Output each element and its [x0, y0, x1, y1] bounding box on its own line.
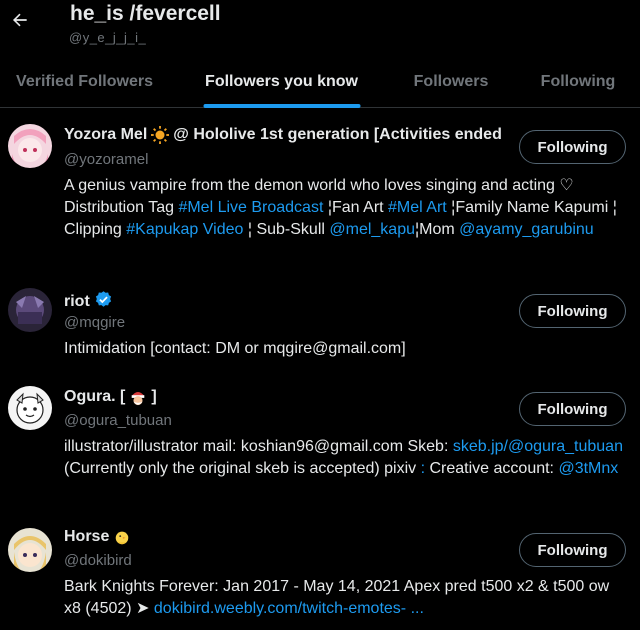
- following-button[interactable]: Following: [519, 533, 626, 567]
- user-display-name[interactable]: riot: [64, 290, 506, 314]
- user-display-name[interactable]: Horse: [64, 528, 506, 546]
- user-bio: Intimidation [contact: DM or mqgire@gmai…: [64, 340, 406, 357]
- page-title: he_is /fevercell: [70, 2, 221, 25]
- user-handle[interactable]: @yozoramel: [64, 151, 148, 168]
- following-button[interactable]: Following: [519, 130, 626, 164]
- profile-header: he_is /fevercell @y_e_j_j_i_ Verified Fo…: [0, 0, 640, 108]
- back-arrow-icon[interactable]: [8, 8, 32, 32]
- pixiv-link[interactable]: :: [416, 460, 425, 477]
- user-cell-yozoramel[interactable]: Yozora Mel @ Hololive 1st generation [Ac…: [0, 108, 640, 278]
- tab-followers-you-know[interactable]: Followers you know: [169, 56, 394, 108]
- tab-verified-followers[interactable]: Verified Followers: [0, 56, 169, 108]
- tab-followers[interactable]: Followers: [394, 56, 508, 108]
- avatar[interactable]: [8, 386, 52, 430]
- user-display-name[interactable]: Yozora Mel @ Hololive 1st generation [Ac…: [64, 126, 506, 144]
- mention-link[interactable]: @mel_kapu: [329, 221, 415, 238]
- user-handle[interactable]: @dokibird: [64, 552, 132, 569]
- user-bio: A genius vampire from the demon world wh…: [64, 175, 624, 241]
- sun-icon: [151, 126, 170, 144]
- website-link[interactable]: dokibird.weebly.com/twitch-emotes- ...: [154, 600, 424, 617]
- user-display-name[interactable]: Ogura. [ ]: [64, 388, 506, 406]
- tab-following[interactable]: Following: [508, 56, 640, 108]
- santa-icon: [129, 388, 147, 406]
- user-handle[interactable]: @mqgire: [64, 314, 125, 331]
- hashtag-link[interactable]: #Mel Live Broadcast: [178, 199, 323, 216]
- user-handle[interactable]: @ogura_tubuan: [64, 412, 172, 429]
- chick-icon: [113, 528, 131, 546]
- user-cell-mqgire[interactable]: riot @mqgire Following Intimidation [con…: [0, 278, 640, 376]
- verified-badge-icon: [94, 290, 113, 314]
- bio-line: A genius vampire from the demon world wh…: [64, 177, 574, 194]
- user-bio: illustrator/illustrator mail: koshian96@…: [64, 438, 623, 477]
- following-button[interactable]: Following: [519, 294, 626, 328]
- hashtag-link[interactable]: #Mel Art: [388, 199, 447, 216]
- bio-body: Distribution Tag #Mel Live Broadcast ¦Fa…: [64, 199, 617, 238]
- following-button[interactable]: Following: [519, 392, 626, 426]
- tab-bar: Verified Followers Followers you know Fo…: [0, 56, 640, 108]
- avatar[interactable]: [8, 528, 52, 572]
- avatar[interactable]: [8, 288, 52, 332]
- user-cell-ogura-tubuan[interactable]: Ogura. [ ] @ogura_tubuan Following illus…: [0, 376, 640, 516]
- mention-link[interactable]: @3tMnx: [558, 460, 618, 477]
- avatar[interactable]: [8, 124, 52, 168]
- skeb-link[interactable]: skeb.jp/@ogura_tubuan: [453, 438, 623, 455]
- hashtag-link[interactable]: #Kapukap Video: [126, 221, 243, 238]
- profile-handle: @y_e_j_j_i_: [69, 30, 147, 45]
- user-bio: Bark Knights Forever: Jan 2017 - May 14,…: [64, 578, 610, 617]
- user-cell-dokibird[interactable]: Horse @dokibird Following Bark Knights F…: [0, 516, 640, 630]
- mention-link[interactable]: @ayamy_garubinu: [459, 221, 594, 238]
